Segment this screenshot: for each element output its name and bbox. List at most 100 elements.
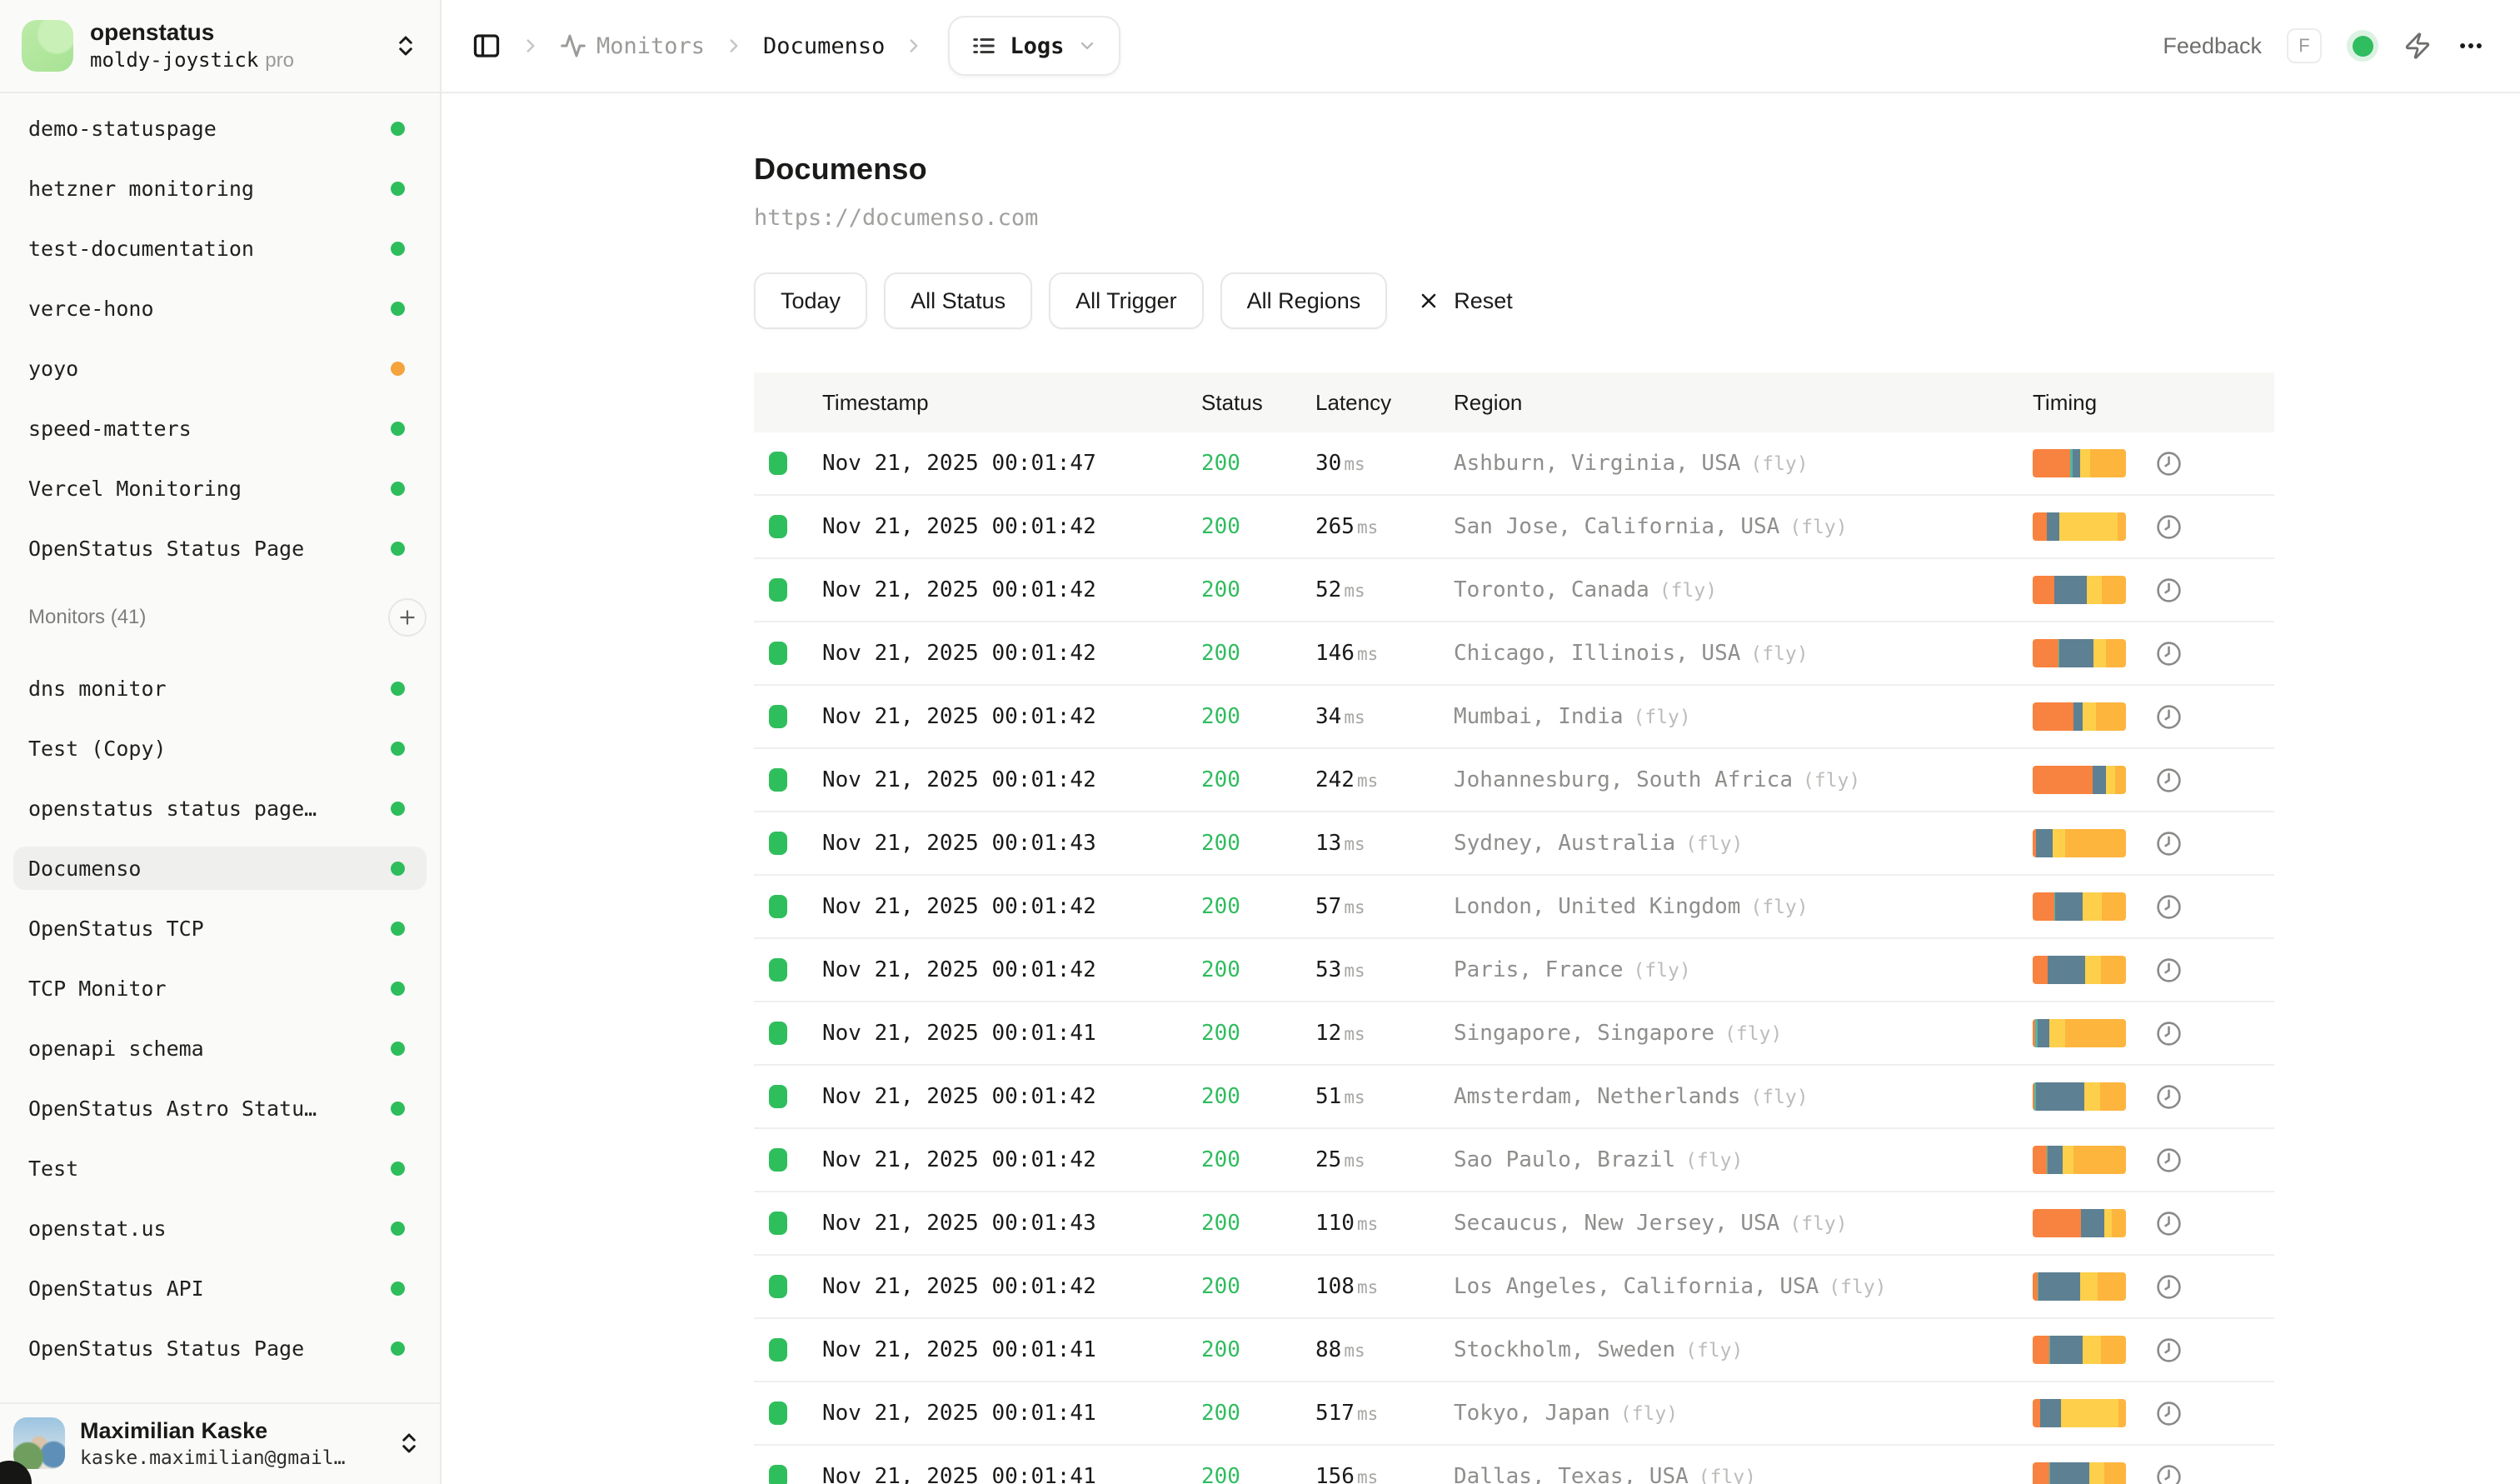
log-row[interactable]: Nov 21, 2025 00:01:42 200 265ms San Jose… [754, 496, 2274, 559]
sidebar-item[interactable]: hetzner monitoring [13, 167, 427, 210]
sidebar-item[interactable]: Test (Copy) [13, 727, 427, 770]
sidebar-item-label: Vercel Monitoring [28, 477, 242, 501]
clock-icon[interactable] [2156, 957, 2182, 983]
clock-icon[interactable] [2156, 767, 2182, 793]
status-filter-button[interactable]: All Status [884, 272, 1032, 329]
log-timing [2033, 956, 2274, 984]
status-dot [391, 182, 405, 196]
user-email: kaske.maximilian@gmail… [80, 1447, 346, 1469]
log-row[interactable]: Nov 21, 2025 00:01:43 200 13ms Sydney, A… [754, 812, 2274, 876]
timing-bar [2033, 892, 2126, 921]
clock-icon[interactable] [2156, 1147, 2182, 1173]
sidebar-item[interactable]: OpenStatus Astro Statu… [13, 1087, 427, 1130]
log-row[interactable]: Nov 21, 2025 00:01:41 200 517ms Tokyo, J… [754, 1382, 2274, 1446]
row-status-indicator [754, 1212, 822, 1235]
log-row[interactable]: Nov 21, 2025 00:01:42 200 242ms Johannes… [754, 749, 2274, 812]
log-row[interactable]: Nov 21, 2025 00:01:41 200 156ms Dallas, … [754, 1446, 2274, 1484]
sidebar-item[interactable]: Vercel Monitoring [13, 467, 427, 510]
sidebar-item[interactable]: demo-statuspage [13, 107, 427, 150]
sidebar-item[interactable]: dns monitor [13, 667, 427, 710]
view-switcher-button[interactable]: Logs [948, 16, 1120, 76]
log-region: Los Angeles, California, USA(fly) [1454, 1274, 2033, 1299]
sidebar-item[interactable]: OpenStatus Status Page [13, 1327, 427, 1370]
log-region: Johannesburg, South Africa(fly) [1454, 767, 2033, 792]
status-dot [391, 862, 405, 876]
log-row[interactable]: Nov 21, 2025 00:01:43 200 110ms Secaucus… [754, 1192, 2274, 1256]
sidebar-toggle-button[interactable] [472, 31, 502, 61]
plus-icon [397, 607, 418, 628]
log-row[interactable]: Nov 21, 2025 00:01:42 200 25ms Sao Paulo… [754, 1129, 2274, 1192]
clock-icon[interactable] [2156, 1021, 2182, 1047]
clock-icon[interactable] [2156, 894, 2182, 920]
user-info: Maximilian Kaske kaske.maximilian@gmail… [80, 1417, 346, 1468]
trigger-filter-button[interactable]: All Trigger [1049, 272, 1204, 329]
log-row[interactable]: Nov 21, 2025 00:01:42 200 52ms Toronto, … [754, 559, 2274, 622]
log-row[interactable]: Nov 21, 2025 00:01:41 200 12ms Singapore… [754, 1002, 2274, 1066]
breadcrumb-monitors[interactable]: Monitors [560, 32, 705, 59]
row-status-indicator [754, 705, 822, 728]
clock-icon[interactable] [2156, 577, 2182, 603]
clock-icon[interactable] [2156, 1274, 2182, 1300]
clock-icon[interactable] [2156, 704, 2182, 730]
activity-icon [560, 32, 586, 59]
sidebar-item[interactable]: Documenso [13, 847, 427, 890]
log-latency: 53ms [1315, 957, 1454, 982]
log-row[interactable]: Nov 21, 2025 00:01:47 200 30ms Ashburn, … [754, 432, 2274, 496]
zap-icon[interactable] [2403, 32, 2432, 60]
user-menu[interactable]: Maximilian Kaske kaske.maximilian@gmail… [0, 1402, 440, 1484]
reset-filters-button[interactable]: Reset [1417, 288, 1513, 314]
sidebar-item[interactable]: openapi schema [13, 1027, 427, 1070]
add-monitor-button[interactable] [388, 598, 427, 637]
timing-bar [2033, 702, 2126, 731]
reset-label: Reset [1454, 288, 1513, 314]
clock-icon[interactable] [2156, 831, 2182, 857]
sidebar-item-label: OpenStatus Status Page [28, 537, 304, 561]
sidebar-item[interactable]: OpenStatus TCP [13, 907, 427, 950]
sidebar-item[interactable]: speed-matters [13, 407, 427, 450]
ellipsis-menu-button[interactable] [2457, 32, 2485, 60]
log-latency: 108ms [1315, 1274, 1454, 1299]
log-row[interactable]: Nov 21, 2025 00:01:42 200 108ms Los Ange… [754, 1256, 2274, 1319]
sidebar-item[interactable]: verce-hono [13, 287, 427, 330]
timing-bar [2033, 1462, 2126, 1484]
sidebar-item-label: verce-hono [28, 297, 154, 321]
log-region-provider: (fly) [1789, 1213, 1847, 1235]
sidebar-item[interactable]: test-documentation [13, 227, 427, 270]
sidebar-scroll-area[interactable]: demo-statuspage hetzner monitoring test-… [0, 93, 440, 1402]
log-latency: 12ms [1315, 1021, 1454, 1046]
sidebar-item[interactable]: OpenStatus API [13, 1267, 427, 1310]
region-filter-button[interactable]: All Regions [1220, 272, 1388, 329]
log-row[interactable]: Nov 21, 2025 00:01:41 200 88ms Stockholm… [754, 1319, 2274, 1382]
clock-icon[interactable] [2156, 451, 2182, 477]
log-row[interactable]: Nov 21, 2025 00:01:42 200 57ms London, U… [754, 876, 2274, 939]
sidebar-item[interactable]: openstatus status page… [13, 787, 427, 830]
sidebar-item[interactable]: yoyo [13, 347, 427, 390]
breadcrumb-monitor-name[interactable]: Documenso [763, 33, 885, 59]
log-status-code: 200 [1201, 514, 1315, 539]
clock-icon[interactable] [2156, 514, 2182, 540]
sidebar-item[interactable]: Test [13, 1147, 427, 1190]
clock-icon[interactable] [2156, 641, 2182, 667]
date-filter-button[interactable]: Today [754, 272, 867, 329]
clock-icon[interactable] [2156, 1211, 2182, 1237]
sidebar-item[interactable]: OpenStatus Status Page [13, 527, 427, 570]
log-row[interactable]: Nov 21, 2025 00:01:42 200 146ms Chicago,… [754, 622, 2274, 686]
log-status-code: 200 [1201, 577, 1315, 602]
log-latency: 34ms [1315, 704, 1454, 729]
timing-bar [2033, 1399, 2126, 1427]
clock-icon[interactable] [2156, 1084, 2182, 1110]
sidebar-item[interactable]: TCP Monitor [13, 967, 427, 1010]
clock-icon[interactable] [2156, 1337, 2182, 1363]
workspace-switcher[interactable]: openstatus moldy-joystickpro [0, 0, 440, 93]
feedback-button[interactable]: Feedback [2163, 33, 2262, 59]
clock-icon[interactable] [2156, 1464, 2182, 1484]
log-row[interactable]: Nov 21, 2025 00:01:42 200 34ms Mumbai, I… [754, 686, 2274, 749]
status-pages-list: demo-statuspage hetzner monitoring test-… [0, 93, 440, 570]
log-row[interactable]: Nov 21, 2025 00:01:42 200 51ms Amsterdam… [754, 1066, 2274, 1129]
sidebar-item[interactable]: openstat.us [13, 1207, 427, 1250]
log-row[interactable]: Nov 21, 2025 00:01:42 200 53ms Paris, Fr… [754, 939, 2274, 1002]
system-status-indicator[interactable] [2347, 30, 2378, 62]
clock-icon[interactable] [2156, 1401, 2182, 1427]
status-dot [391, 302, 405, 316]
page-content: Documenso https://documenso.com Today Al… [754, 93, 2274, 1484]
